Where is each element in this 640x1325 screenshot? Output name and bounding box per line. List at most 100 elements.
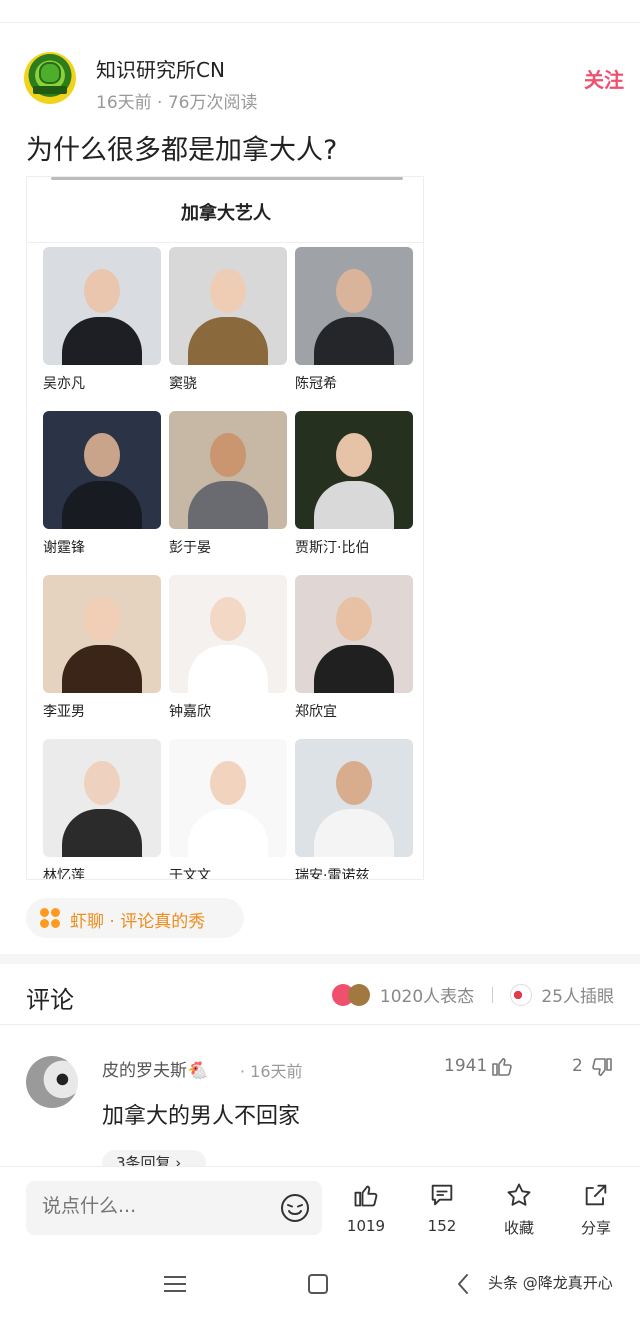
- photo-figure-body: [62, 481, 142, 529]
- comment-count: 152: [427, 1217, 457, 1235]
- commenter-avatar[interactable]: [26, 1056, 78, 1108]
- celebrity-card: 吴亦凡: [43, 247, 161, 407]
- photo-figure-body: [314, 481, 394, 529]
- image-top-bar: [51, 177, 403, 180]
- comment-stats[interactable]: 1020人表态 25人插眼: [332, 982, 614, 1008]
- celebrity-photo: [295, 411, 413, 529]
- home-icon[interactable]: [308, 1274, 328, 1294]
- celebrity-card: 李亚男: [43, 575, 161, 735]
- celebrity-card: 瑞安·雷诺兹: [295, 739, 413, 880]
- celebrity-photo: [169, 247, 287, 365]
- celebrity-name: 贾斯汀·比伯: [295, 540, 370, 556]
- photo-figure-body: [62, 645, 142, 693]
- author-avatar[interactable]: [24, 52, 76, 104]
- post-image[interactable]: 加拿大艺人 吴亦凡 窦骁 陈冠希谢霆锋 彭于晏 贾斯汀·比伯李亚男 钟嘉欣 郑欣宜林忆莲 于文…: [26, 176, 424, 880]
- celebrity-card: 窦骁: [169, 247, 287, 407]
- celebrity-name: 陈冠希: [295, 376, 337, 392]
- celebrity-photo: [295, 575, 413, 693]
- photo-figure-head: [336, 433, 372, 477]
- comment-time: · 16天前: [240, 1062, 303, 1081]
- celebrity-name: 窦骁: [169, 376, 197, 392]
- celebrity-card: 贾斯汀·比伯: [295, 411, 413, 571]
- image-heading: 加拿大艺人: [27, 181, 423, 243]
- celebrity-card: 于文文: [169, 739, 287, 880]
- favorite-action[interactable]: 收藏: [489, 1181, 549, 1241]
- photo-figure-head: [336, 597, 372, 641]
- photo-figure-body: [314, 645, 394, 693]
- photo-figure-body: [314, 317, 394, 365]
- thumbs-up-icon[interactable]: [490, 1054, 514, 1078]
- comment-text: 加拿大的男人不回家: [102, 1104, 301, 1129]
- comments-divider: [0, 1024, 640, 1025]
- celebrity-name: 彭于晏: [169, 540, 211, 556]
- thumbs-down-icon[interactable]: [590, 1056, 614, 1080]
- topic-chip[interactable]: 虾聊 · 评论真的秀: [26, 898, 244, 938]
- photo-figure-head: [210, 269, 246, 313]
- photo-figure-body: [62, 317, 142, 365]
- eyes-sticker-icon: [509, 983, 532, 1006]
- thumbs-up-icon: [354, 1185, 378, 1207]
- photo-figure-body: [314, 809, 394, 857]
- author-name[interactable]: 知识研究所CN: [96, 54, 225, 83]
- photo-figure-body: [188, 809, 268, 857]
- comment-action[interactable]: 152: [412, 1181, 472, 1241]
- photo-figure-head: [336, 761, 372, 805]
- stats-divider: [491, 986, 493, 1003]
- celebrity-card: 郑欣宜: [295, 575, 413, 735]
- celebrity-name: 于文文: [169, 868, 211, 880]
- celebrity-photo: [43, 411, 161, 529]
- photo-figure-head: [84, 433, 120, 477]
- comment-bubble-icon: [431, 1184, 453, 1206]
- comment-input[interactable]: [42, 1195, 262, 1217]
- photo-figure-head: [84, 269, 120, 313]
- photo-figure-body: [188, 645, 268, 693]
- photo-figure-head: [84, 761, 120, 805]
- celebrity-card: 钟嘉欣: [169, 575, 287, 735]
- post-title: 为什么很多都是加拿大人?: [26, 135, 338, 166]
- share-label: 分享: [580, 1219, 611, 1237]
- photo-figure-body: [62, 809, 142, 857]
- brain-logo-icon: [39, 62, 61, 84]
- post-meta: 16天前 · 76万次阅读: [96, 93, 258, 113]
- favorite-label: 收藏: [503, 1219, 534, 1237]
- celebrity-photo: [43, 247, 161, 365]
- celebrity-name: 郑欣宜: [295, 704, 337, 720]
- stickers-count: 25人插眼: [541, 987, 614, 1007]
- celebrity-photo: [43, 575, 161, 693]
- watermark: 头条 @降龙真开心: [488, 1274, 613, 1292]
- star-icon: [507, 1183, 531, 1206]
- system-navigation-bar: 头条 @降龙真开心: [0, 1250, 640, 1325]
- celebrity-card: 彭于晏: [169, 411, 287, 571]
- recent-apps-icon[interactable]: [164, 1276, 186, 1294]
- photo-figure-body: [188, 317, 268, 365]
- celebrity-name: 林忆莲: [43, 868, 85, 880]
- celebrity-photo: [295, 247, 413, 365]
- like-count: 1019: [346, 1217, 386, 1235]
- photo-figure-head: [84, 597, 120, 641]
- bottom-action-bar: 1019 152 收藏 分享: [0, 1166, 640, 1250]
- photo-figure-head: [210, 597, 246, 641]
- photo-figure-head: [210, 761, 246, 805]
- celebrity-name: 钟嘉欣: [169, 704, 211, 720]
- author-header: 知识研究所CN 16天前 · 76万次阅读 关注: [24, 52, 624, 113]
- commenter-name[interactable]: 皮的罗夫斯🐔: [102, 1056, 208, 1081]
- like-action[interactable]: 1019: [336, 1181, 396, 1241]
- comment-like-count: 1941: [444, 1056, 488, 1076]
- comment-input-box[interactable]: [26, 1181, 322, 1235]
- emoji-icon[interactable]: [280, 1193, 310, 1223]
- celebrity-card: 陈冠希: [295, 247, 413, 407]
- comments-title: 评论: [26, 986, 74, 1014]
- celebrity-name: 吴亦凡: [43, 376, 85, 392]
- logo-tag: [33, 86, 67, 94]
- celebrity-photo: [169, 411, 287, 529]
- flower-icon: [40, 908, 60, 928]
- back-icon[interactable]: [454, 1272, 472, 1296]
- section-separator: [0, 954, 640, 964]
- celebrity-photo: [43, 739, 161, 857]
- celebrity-name: 谢霆锋: [43, 540, 85, 556]
- comment-dislike-count: 2: [572, 1056, 583, 1076]
- share-action[interactable]: 分享: [566, 1181, 626, 1241]
- photo-figure-body: [188, 481, 268, 529]
- celebrity-name: 瑞安·雷诺兹: [295, 868, 370, 880]
- follow-button[interactable]: 关注: [584, 64, 624, 93]
